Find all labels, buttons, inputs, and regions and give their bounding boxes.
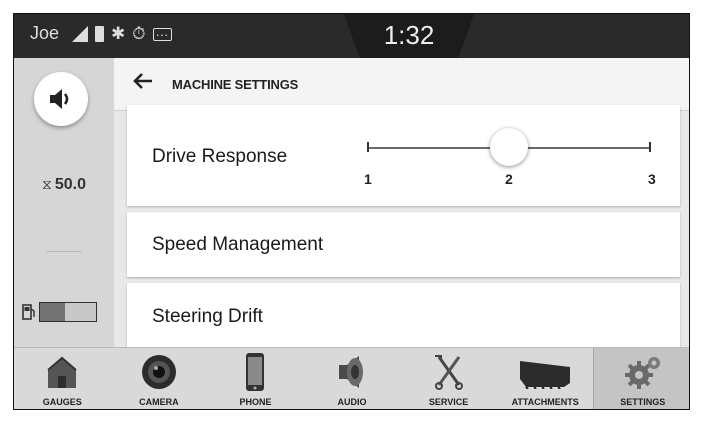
gear-icon <box>621 352 665 392</box>
user-name: Joe <box>30 23 60 43</box>
slider-thumb[interactable] <box>490 128 528 166</box>
nav-label: GAUGES <box>42 397 82 407</box>
hourglass-icon: ⧖ <box>42 176 52 192</box>
fuel-level-fill <box>40 303 66 321</box>
left-panel: ⧖ 50.0 <box>14 58 114 347</box>
nav-label: ATTACHMENTS <box>511 397 579 407</box>
volume-button[interactable] <box>34 72 88 126</box>
nav-gauges[interactable]: GAUGES <box>14 348 111 409</box>
message-icon: ··· <box>152 27 172 41</box>
engine-hours: ⧖ 50.0 <box>42 176 86 194</box>
speaker-icon <box>330 352 374 392</box>
nav-audio[interactable]: AUDIO <box>304 348 401 409</box>
fuel-level-bar <box>39 302 97 322</box>
divider <box>46 251 82 252</box>
bluetooth-icon: ✱ <box>111 24 126 43</box>
slider-tick-max <box>649 142 651 152</box>
nav-label: SERVICE <box>428 397 469 407</box>
clock: 1:32 <box>383 20 435 50</box>
signal-icon <box>72 26 88 42</box>
setting-label: Speed Management <box>152 234 324 255</box>
house-icon <box>40 352 84 392</box>
fuel-pump-icon <box>22 304 35 320</box>
engine-hours-value: 50.0 <box>54 176 86 193</box>
page-title: MACHINE SETTINGS <box>172 77 299 92</box>
nav-attachments[interactable]: ATTACHMENTS <box>497 348 594 409</box>
clock-icon: ⏱ <box>132 24 146 43</box>
tools-icon <box>427 352 471 392</box>
setting-steering-drift[interactable]: Steering Drift <box>127 283 680 347</box>
back-arrow-icon[interactable] <box>132 72 154 90</box>
battery-icon <box>95 26 104 42</box>
nav-label: SETTINGS <box>620 397 666 407</box>
setting-label: Steering Drift <box>152 306 263 327</box>
slider-tick-min <box>367 142 369 152</box>
speaker-volume-icon <box>50 89 69 109</box>
nav-service[interactable]: SERVICE <box>400 348 497 409</box>
setting-speed-management[interactable]: Speed Management <box>127 212 680 277</box>
phone-icon <box>233 352 277 392</box>
bottom-nav: GAUGES CAMERA PHONE AUDIO SERVICE ATTACH… <box>14 347 689 409</box>
setting-label: Drive Response <box>152 146 288 167</box>
bucket-icon <box>515 352 575 392</box>
page-header: MACHINE SETTINGS <box>114 58 689 111</box>
nav-phone[interactable]: PHONE <box>207 348 304 409</box>
slider-label-min: 1 <box>364 171 372 187</box>
status-icons: ✱ ⏱ ··· <box>72 24 172 44</box>
nav-label: AUDIO <box>337 397 367 407</box>
setting-drive-response[interactable]: Drive Response 1 2 3 <box>127 105 680 206</box>
camera-icon <box>137 352 181 392</box>
nav-label: PHONE <box>239 397 272 407</box>
nav-settings[interactable]: SETTINGS <box>593 348 689 409</box>
device-screen: Joe ✱ ⏱ ··· 1:32 ⧖ 50.0 MACHINE SETTINGS… <box>13 13 690 410</box>
fuel-gauge <box>22 302 97 322</box>
drive-response-slider[interactable]: 1 2 3 <box>364 127 656 197</box>
slider-label-max: 3 <box>648 171 656 187</box>
status-bar: Joe ✱ ⏱ ··· 1:32 <box>14 14 689 58</box>
slider-label-mid: 2 <box>505 171 513 187</box>
nav-label: CAMERA <box>139 397 179 407</box>
nav-camera[interactable]: CAMERA <box>111 348 208 409</box>
